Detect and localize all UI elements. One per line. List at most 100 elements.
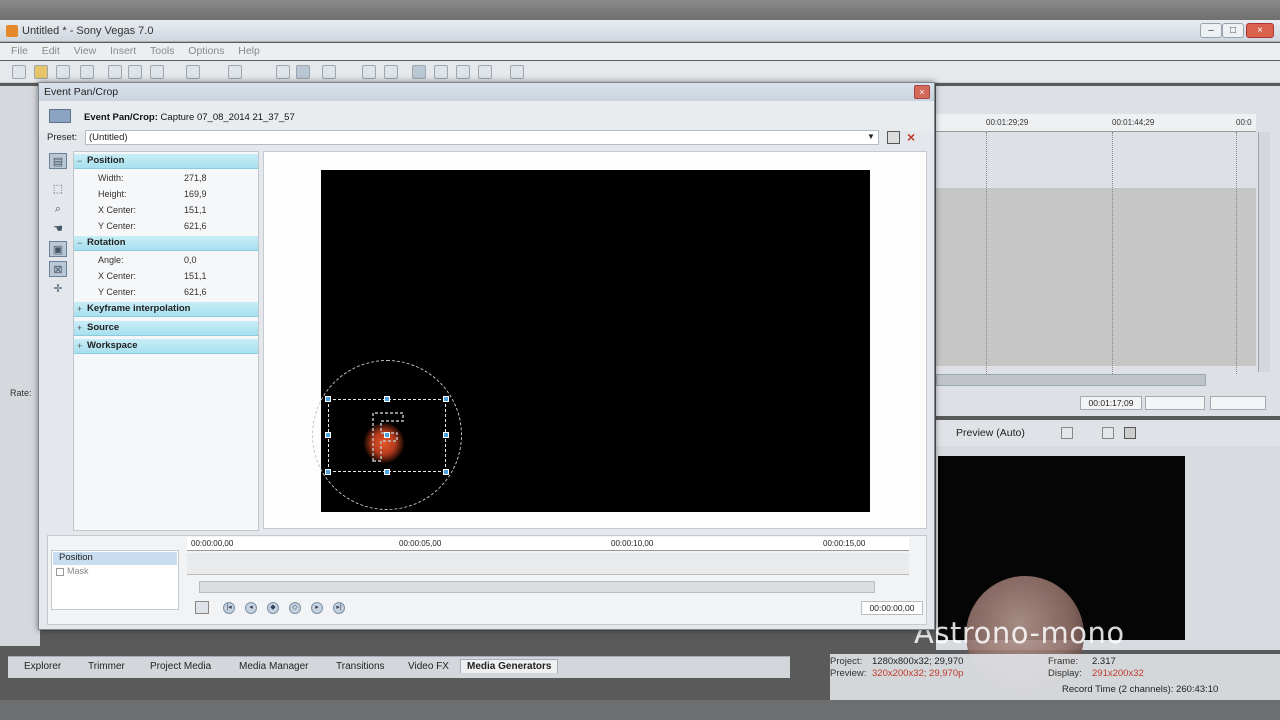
tab-explorer[interactable]: Explorer — [24, 661, 61, 672]
prop-value[interactable]: 0,0 — [184, 255, 197, 265]
menu-tools[interactable]: Tools — [150, 45, 175, 57]
lock-envelopes-icon[interactable] — [434, 65, 448, 79]
crop-handle[interactable] — [443, 396, 449, 402]
section-position[interactable]: − Position — [74, 154, 258, 169]
save-preset-icon[interactable] — [887, 131, 900, 144]
save-snapshot-icon[interactable] — [1124, 427, 1136, 439]
prop-angle[interactable]: Angle: 0,0 — [74, 252, 258, 268]
tab-video-fx[interactable]: Video FX — [408, 661, 449, 672]
section-rotation[interactable]: − Rotation — [74, 236, 258, 251]
crop-handle[interactable] — [325, 469, 331, 475]
normal-edit-tool-icon[interactable] — [296, 65, 310, 79]
dialog-close-button[interactable]: × — [914, 85, 930, 99]
crop-handle[interactable] — [325, 396, 331, 402]
keyframe-track[interactable] — [187, 553, 909, 575]
scale-about-center-icon[interactable]: ⊠ — [49, 261, 67, 277]
timeline-vertical-scrollbar[interactable] — [1258, 132, 1270, 372]
copy-snapshot-icon[interactable] — [1102, 427, 1114, 439]
tab-media-generators[interactable]: Media Generators — [460, 659, 559, 673]
section-workspace[interactable]: + Workspace — [74, 339, 258, 354]
crop-handle[interactable] — [443, 469, 449, 475]
crop-handle[interactable] — [384, 469, 390, 475]
paste-icon[interactable] — [150, 65, 164, 79]
first-keyframe-icon[interactable]: |◂ — [223, 602, 235, 614]
prop-value[interactable]: 621,6 — [184, 287, 207, 297]
next-keyframe-icon[interactable]: ▸ — [311, 602, 323, 614]
maximize-button[interactable]: □ — [1222, 23, 1244, 38]
undo-icon[interactable] — [186, 65, 200, 79]
ignore-grouping-icon[interactable] — [456, 65, 470, 79]
section-source[interactable]: + Source — [74, 321, 258, 336]
track-mask[interactable]: Mask — [53, 566, 177, 578]
cursor-time-display[interactable]: 00:01:17;09 — [1080, 396, 1142, 410]
auto-ripple-icon[interactable] — [412, 65, 426, 79]
minimize-button[interactable]: – — [1200, 23, 1222, 38]
prop-value[interactable]: 151,1 — [184, 205, 207, 215]
timeline-ruler[interactable]: 00:01:29;29 00:01:44;29 00:0 — [936, 114, 1256, 132]
prop-rot-y-center[interactable]: Y Center: 621,6 — [74, 284, 258, 300]
prop-value[interactable]: 151,1 — [184, 271, 207, 281]
snap-icon[interactable] — [384, 65, 398, 79]
open-folder-icon[interactable] — [34, 65, 48, 79]
zoom-icon[interactable]: ⌕ — [49, 201, 67, 217]
expand-icon[interactable]: + — [77, 321, 82, 335]
properties-icon[interactable] — [80, 65, 94, 79]
delete-keyframe-icon[interactable]: ◇ — [289, 602, 301, 614]
selection-tool-icon[interactable] — [322, 65, 336, 79]
tab-trimmer[interactable]: Trimmer — [88, 661, 125, 672]
expand-icon[interactable]: + — [77, 302, 82, 316]
prev-keyframe-icon[interactable]: ◂ — [245, 602, 257, 614]
add-keyframe-icon[interactable]: ◆ — [267, 602, 279, 614]
tab-project-media[interactable]: Project Media — [150, 661, 211, 672]
prop-x-center[interactable]: X Center: 151,1 — [74, 202, 258, 218]
crop-handle[interactable] — [384, 396, 390, 402]
menu-edit[interactable]: Edit — [42, 45, 60, 57]
close-button[interactable]: × — [1246, 23, 1274, 38]
menu-help[interactable]: Help — [238, 45, 260, 57]
menu-file[interactable]: File — [11, 45, 28, 57]
save-icon[interactable] — [56, 65, 70, 79]
prop-y-center[interactable]: Y Center: 621,6 — [74, 218, 258, 234]
menu-view[interactable]: View — [74, 45, 97, 57]
dialog-title-bar[interactable]: Event Pan/Crop × — [39, 83, 934, 101]
track-position[interactable]: Position — [53, 552, 177, 565]
video-track-area[interactable] — [936, 188, 1256, 366]
prop-rot-x-center[interactable]: X Center: 151,1 — [74, 268, 258, 284]
redo-icon[interactable] — [228, 65, 242, 79]
split-screen-icon[interactable] — [1061, 427, 1073, 439]
zoom-tool-icon[interactable] — [362, 65, 376, 79]
delete-preset-icon[interactable]: × — [907, 129, 915, 145]
section-keyframe-interpolation[interactable]: + Keyframe interpolation — [74, 302, 258, 317]
prop-width[interactable]: Width: 271,8 — [74, 170, 258, 186]
selection-length-display[interactable] — [1210, 396, 1266, 410]
crop-handle[interactable] — [443, 432, 449, 438]
prop-value[interactable]: 169,9 — [184, 189, 207, 199]
lock-aspect-icon[interactable]: ▣ — [49, 241, 67, 257]
sync-cursor-icon[interactable] — [195, 601, 209, 614]
envelope-tool-icon[interactable] — [276, 65, 290, 79]
keyframe-scrollbar[interactable] — [199, 581, 875, 593]
crop-center-handle[interactable] — [384, 432, 390, 438]
last-keyframe-icon[interactable]: ▸| — [333, 602, 345, 614]
cross-fade-icon[interactable] — [478, 65, 492, 79]
collapse-icon[interactable]: − — [77, 236, 82, 250]
preset-dropdown[interactable]: (Untitled) — [85, 130, 879, 145]
copy-icon[interactable] — [128, 65, 142, 79]
normal-edit-icon[interactable]: ⬚ — [49, 181, 67, 197]
tab-transitions[interactable]: Transitions — [336, 661, 385, 672]
cut-icon[interactable] — [108, 65, 122, 79]
mask-checkbox[interactable] — [56, 568, 64, 576]
prop-value[interactable]: 271,8 — [184, 173, 207, 183]
selection-start-display[interactable] — [1145, 396, 1205, 410]
timeline-horizontal-scrollbar[interactable] — [936, 374, 1206, 386]
show-properties-icon[interactable]: ▤ — [49, 153, 67, 169]
menu-insert[interactable]: Insert — [110, 45, 136, 57]
collapse-icon[interactable]: − — [77, 154, 82, 168]
prop-height[interactable]: Height: 169,9 — [74, 186, 258, 202]
expand-icon[interactable]: + — [77, 339, 82, 353]
tab-media-manager[interactable]: Media Manager — [239, 661, 308, 672]
crop-handle[interactable] — [325, 432, 331, 438]
new-file-icon[interactable] — [12, 65, 26, 79]
menu-options[interactable]: Options — [188, 45, 224, 57]
chevron-down-icon[interactable]: ▼ — [867, 132, 875, 141]
